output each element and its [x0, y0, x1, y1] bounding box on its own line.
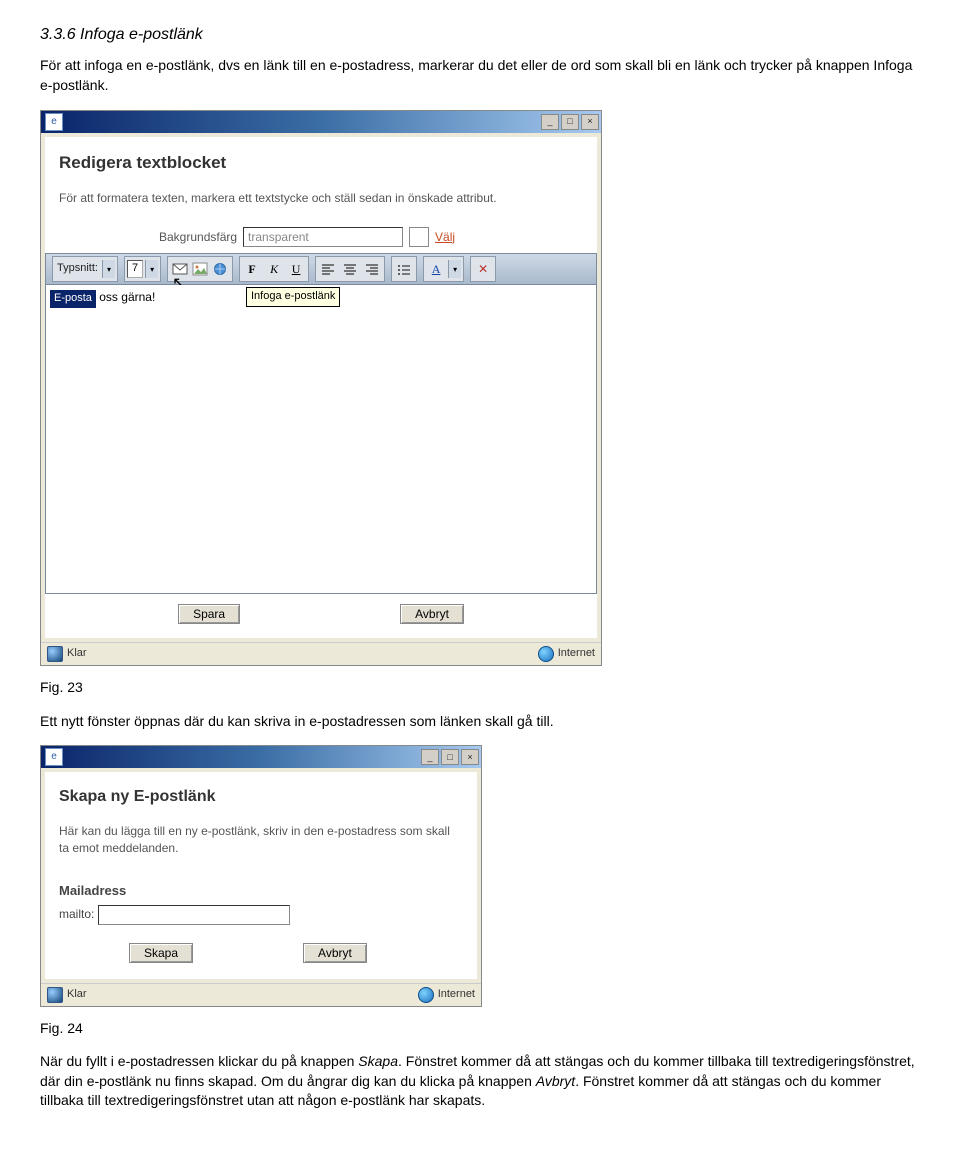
dialog-description: Här kan du lägga till en ny e-postlänk, …	[59, 823, 463, 857]
section-heading: 3.3.6 Infoga e-postlänk	[40, 24, 920, 46]
ie-icon	[47, 987, 63, 1003]
dialog-description: För att formatera texten, markera ett te…	[59, 190, 583, 207]
font-label: Typsnitt:	[55, 261, 100, 276]
status-bar: Klar Internet	[41, 983, 481, 1006]
titlebar: e _ □ ×	[41, 111, 601, 133]
after-fig23-paragraph: Ett nytt fönster öppnas där du kan skriv…	[40, 712, 920, 732]
choose-color-link[interactable]: Välj	[435, 229, 455, 246]
status-left: Klar	[67, 646, 87, 661]
bullet-list-button[interactable]	[394, 259, 414, 279]
ie-icon: e	[45, 748, 63, 766]
cancel-button[interactable]: Avbryt	[400, 604, 464, 624]
align-right-button[interactable]	[362, 259, 382, 279]
titlebar: e _ □ ×	[41, 746, 481, 768]
close-button[interactable]: ×	[461, 749, 479, 765]
section-title: Infoga e-postlänk	[80, 26, 203, 43]
align-center-button[interactable]	[340, 259, 360, 279]
mailaddress-label: Mailadress	[59, 882, 463, 900]
font-size-dropdown[interactable]: 7 ▾	[124, 256, 161, 282]
bg-label: Bakgrundsfärg	[159, 229, 237, 246]
figure-23-caption: Fig. 23	[40, 678, 920, 698]
insert-image-button[interactable]	[190, 259, 210, 279]
editor-window: e _ □ × Redigera textblocket För att for…	[40, 110, 602, 667]
insert-email-link-button[interactable]: ↖	[170, 259, 190, 279]
close-button[interactable]: ×	[581, 114, 599, 130]
chevron-down-icon[interactable]: ▾	[448, 260, 461, 278]
bold-button[interactable]: F	[242, 259, 262, 279]
list-icon	[397, 263, 411, 275]
create-email-link-window: e _ □ × Skapa ny E-postlänk Här kan du l…	[40, 745, 482, 1006]
editor-text: oss gärna!	[96, 290, 155, 304]
align-left-icon	[321, 263, 335, 275]
maximize-button[interactable]: □	[561, 114, 579, 130]
chevron-down-icon: ▾	[102, 260, 115, 278]
email-input[interactable]	[98, 905, 290, 925]
minimize-button[interactable]: _	[421, 749, 439, 765]
section-number: 3.3.6	[40, 26, 76, 43]
globe-icon	[212, 262, 228, 276]
font-family-dropdown[interactable]: Typsnitt: ▾	[52, 256, 118, 282]
italic-button[interactable]: K	[264, 259, 284, 279]
selection-badge: E-posta	[50, 290, 96, 307]
mailto-label: mailto:	[59, 906, 94, 923]
background-color-row: Bakgrundsfärg transparent Välj	[159, 227, 583, 247]
maximize-button[interactable]: □	[441, 749, 459, 765]
tooltip: Infoga e-postlänk	[246, 287, 340, 306]
dialog-title: Skapa ny E-postlänk	[59, 786, 463, 808]
avbryt-word: Avbryt	[536, 1073, 575, 1089]
ie-icon: e	[45, 113, 63, 131]
status-right: Internet	[438, 987, 475, 1002]
chevron-down-icon: ▾	[145, 260, 158, 278]
skapa-word: Skapa	[358, 1053, 398, 1069]
save-button[interactable]: Spara	[178, 604, 240, 624]
mail-icon	[172, 262, 188, 276]
ie-icon	[47, 646, 63, 662]
create-button[interactable]: Skapa	[129, 943, 193, 963]
status-bar: Klar Internet	[41, 642, 601, 665]
editor-textarea[interactable]: E-posta oss gärna! Infoga e-postlänk	[45, 285, 597, 594]
clear-formatting-button[interactable]: ✕	[473, 259, 493, 279]
insert-link-button[interactable]	[210, 259, 230, 279]
globe-icon	[538, 646, 554, 662]
status-right: Internet	[558, 646, 595, 661]
figure-24-caption: Fig. 24	[40, 1019, 920, 1039]
align-center-icon	[343, 263, 357, 275]
bg-color-input[interactable]: transparent	[243, 227, 403, 247]
underline-button[interactable]: U	[286, 259, 306, 279]
globe-icon	[418, 987, 434, 1003]
status-left: Klar	[67, 987, 87, 1002]
minimize-button[interactable]: _	[541, 114, 559, 130]
editor-toolbar: Typsnitt: ▾ 7 ▾ ↖	[45, 253, 597, 285]
font-size-value: 7	[127, 260, 143, 278]
intro-paragraph: För att infoga en e-postlänk, dvs en län…	[40, 56, 920, 95]
align-right-icon	[365, 263, 379, 275]
font-color-button[interactable]: A	[426, 259, 446, 279]
closing-paragraph: När du fyllt i e-postadressen klickar du…	[40, 1052, 920, 1111]
align-left-button[interactable]	[318, 259, 338, 279]
image-icon	[192, 262, 208, 276]
bg-color-swatch[interactable]	[409, 227, 429, 247]
dialog-title: Redigera textblocket	[59, 151, 583, 175]
cancel-button[interactable]: Avbryt	[303, 943, 367, 963]
